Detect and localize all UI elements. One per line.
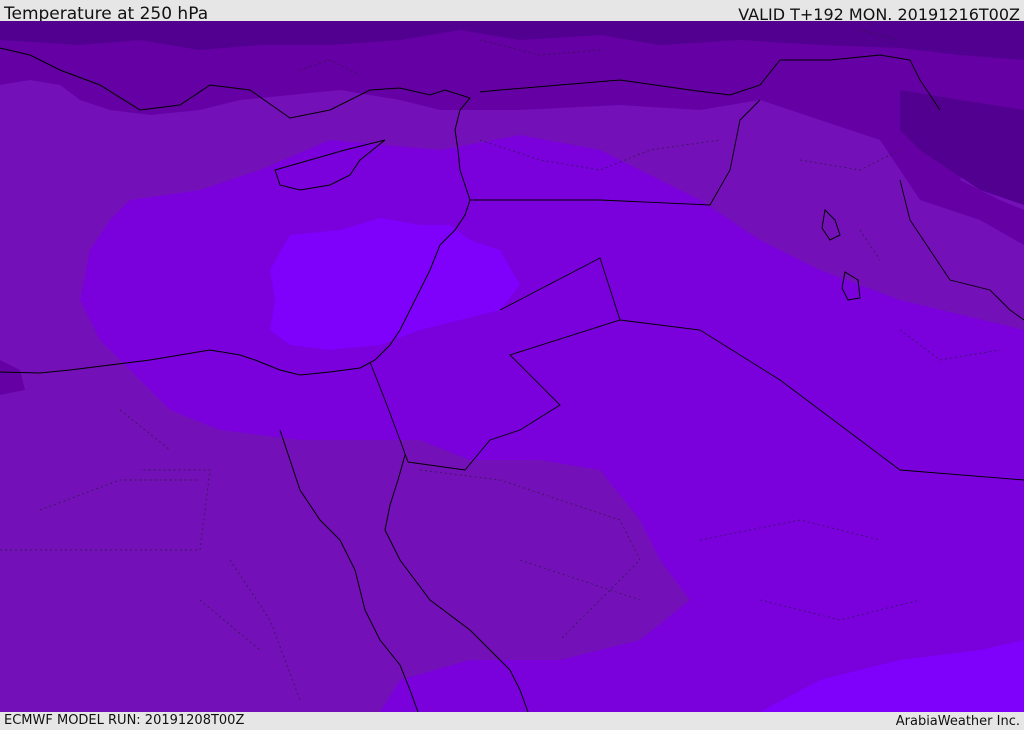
weather-map[interactable] [0,21,1024,712]
header-bar: Temperature at 250 hPa VALID T+192 MON. … [0,0,1024,24]
credit-label: ArabiaWeather Inc. [895,714,1020,729]
model-run: ECMWF MODEL RUN: 20191208T00Z [4,713,245,728]
footer-bar: ECMWF MODEL RUN: 20191208T00Z ArabiaWeat… [0,712,1024,729]
temperature-field [0,21,1024,712]
